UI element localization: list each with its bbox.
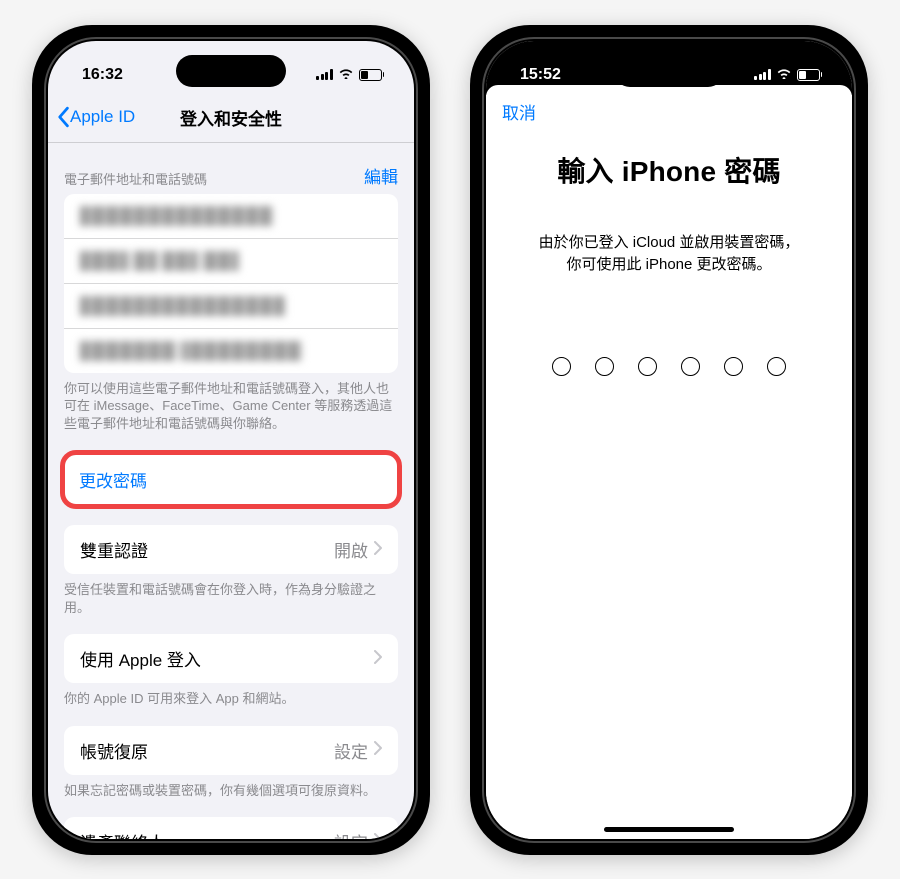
contacts-group: ████████████████ ████ ██ ███ ███ ███████… xyxy=(64,194,398,373)
status-icons xyxy=(316,66,384,84)
account-recovery-row[interactable]: 帳號復原 設定 xyxy=(64,726,398,775)
passcode-digit xyxy=(638,357,657,376)
legacy-contact-label: 遺產聯絡人 xyxy=(80,829,165,838)
sign-in-apple-label: 使用 Apple 登入 xyxy=(80,646,201,671)
nav-bar: Apple ID 登入和安全性 xyxy=(48,95,414,143)
passcode-digit xyxy=(681,357,700,376)
two-factor-row[interactable]: 雙重認證 開啟 xyxy=(64,525,398,574)
sign-in-apple-group: 使用 Apple 登入 xyxy=(64,634,398,683)
cellular-icon xyxy=(316,69,333,80)
account-recovery-footer: 如果忘記密碼或裝置密碼，你有幾個選項可復原資料。 xyxy=(48,775,414,800)
cellular-icon xyxy=(754,69,771,80)
passcode-digit xyxy=(595,357,614,376)
wifi-icon xyxy=(776,66,792,84)
content-scroll[interactable]: 電子郵件地址和電話號碼 編輯 ████████████████ ████ ██ … xyxy=(48,143,414,839)
dynamic-island xyxy=(176,55,286,87)
contact-row[interactable]: █████████████████ xyxy=(64,284,398,329)
passcode-digit xyxy=(552,357,571,376)
edit-button[interactable]: 編輯 xyxy=(364,163,398,188)
legacy-contact-row[interactable]: 遺產聯絡人 設定 xyxy=(64,817,398,838)
chevron-left-icon xyxy=(56,106,70,128)
account-recovery-value: 設定 xyxy=(334,738,368,763)
section-header-contacts: 電子郵件地址和電話號碼 編輯 xyxy=(48,143,414,194)
change-password-row[interactable]: 更改密碼 xyxy=(65,455,397,504)
passcode-subtitle: 由於你已登入 iCloud 並啟用裝置密碼， 你可使用此 iPhone 更改密碼… xyxy=(486,202,852,277)
page-title: 登入和安全性 xyxy=(180,105,282,130)
phone-frame-right: 15:52 取消 輸入 iPhone 密碼 由於你已登入 iC xyxy=(470,25,868,855)
account-recovery-label: 帳號復原 xyxy=(80,738,148,763)
dynamic-island xyxy=(614,55,724,87)
cancel-button[interactable]: 取消 xyxy=(502,99,536,124)
highlighted-change-password: 更改密碼 xyxy=(60,450,402,509)
chevron-right-icon xyxy=(374,832,382,839)
phone-bezel: 15:52 取消 輸入 iPhone 密碼 由於你已登入 iC xyxy=(482,37,856,843)
chevron-right-icon xyxy=(374,540,382,560)
legacy-contact-group: 遺產聯絡人 設定 xyxy=(64,817,398,838)
chevron-right-icon xyxy=(374,649,382,669)
home-indicator[interactable] xyxy=(604,827,734,832)
wifi-icon xyxy=(338,66,354,84)
two-factor-group: 雙重認證 開啟 xyxy=(64,525,398,574)
screen-enter-passcode: 15:52 取消 輸入 iPhone 密碼 由於你已登入 iC xyxy=(486,41,852,839)
battery-icon xyxy=(359,69,385,81)
legacy-contact-value: 設定 xyxy=(334,829,368,838)
contact-row[interactable]: ████████████████ xyxy=(64,194,398,239)
passcode-digit xyxy=(724,357,743,376)
two-factor-label: 雙重認證 xyxy=(80,537,148,562)
sign-in-apple-footer: 你的 Apple ID 可用來登入 App 和網站。 xyxy=(48,683,414,708)
battery-icon xyxy=(797,69,823,81)
sign-in-apple-row[interactable]: 使用 Apple 登入 xyxy=(64,634,398,683)
contact-row[interactable]: ████████ ██████████ xyxy=(64,329,398,373)
back-label: Apple ID xyxy=(70,107,135,127)
section-label: 電子郵件地址和電話號碼 xyxy=(64,169,207,188)
status-time: 16:32 xyxy=(82,66,123,84)
contact-row[interactable]: ████ ██ ███ ███ xyxy=(64,239,398,284)
account-recovery-group: 帳號復原 設定 xyxy=(64,726,398,775)
back-button[interactable]: Apple ID xyxy=(56,106,135,128)
passcode-dots[interactable] xyxy=(486,277,852,376)
passcode-digit xyxy=(767,357,786,376)
modal-sheet: 取消 輸入 iPhone 密碼 由於你已登入 iCloud 並啟用裝置密碼， 你… xyxy=(486,85,852,839)
two-factor-footer: 受信任裝置和電話號碼會在你登入時，作為身分驗證之用。 xyxy=(48,574,414,616)
phone-bezel: 16:32 Apple ID 登入和安全性 xyxy=(44,37,418,843)
chevron-right-icon xyxy=(374,740,382,760)
two-factor-value: 開啟 xyxy=(334,537,368,562)
change-password-label: 更改密碼 xyxy=(79,467,147,492)
phone-frame-left: 16:32 Apple ID 登入和安全性 xyxy=(32,25,430,855)
status-icons xyxy=(754,66,822,84)
section-footer: 你可以使用這些電子郵件地址和電話號碼登入，其他人也可在 iMessage、Fac… xyxy=(48,373,414,433)
modal-header: 取消 xyxy=(486,85,852,132)
screen-signin-security: 16:32 Apple ID 登入和安全性 xyxy=(48,41,414,839)
status-time: 15:52 xyxy=(520,66,561,84)
passcode-title: 輸入 iPhone 密碼 xyxy=(486,132,852,202)
